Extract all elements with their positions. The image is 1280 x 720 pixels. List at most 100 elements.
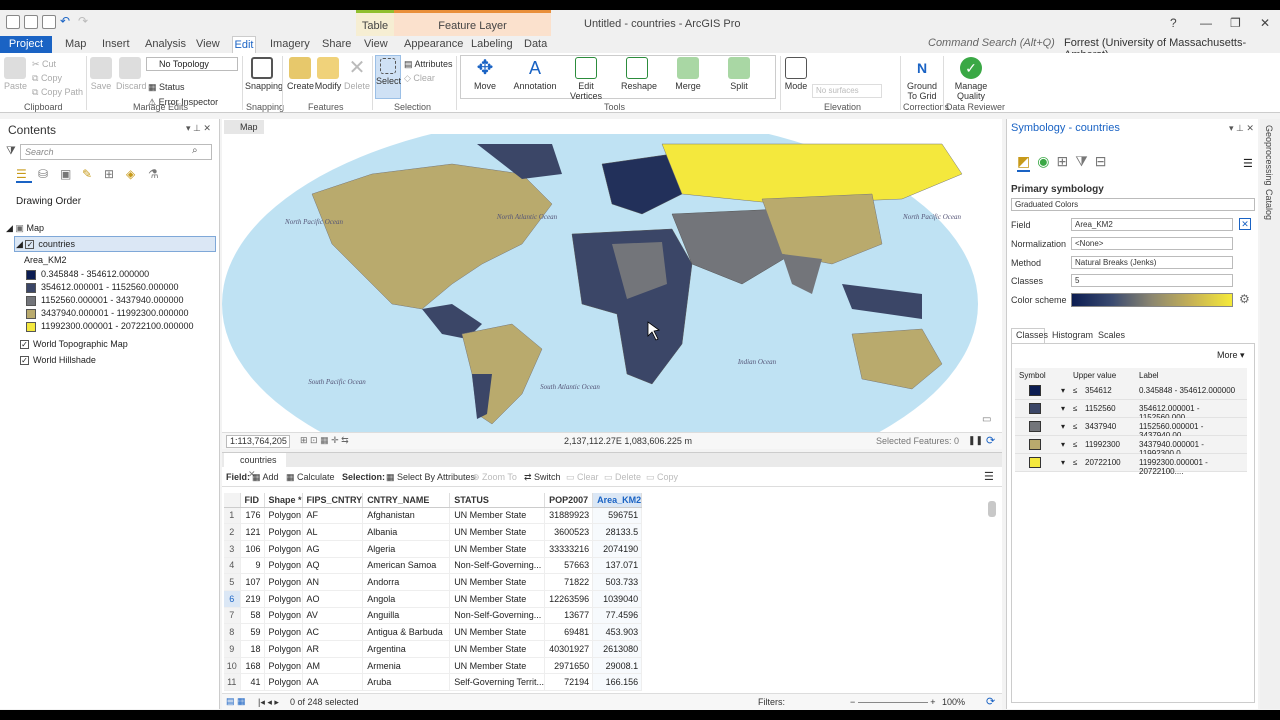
row-header[interactable]: 4 [224,557,241,575]
snapping-button[interactable]: Snapping [245,57,283,91]
table-cell[interactable]: Polygon [264,540,303,558]
table-cell[interactable]: Polygon [264,523,303,541]
legend-class[interactable]: 11992300.000001 - 20722100.000000 [26,321,193,332]
column-header[interactable]: FID [240,493,265,508]
tab-map[interactable]: Map [65,38,86,50]
contents-search-input[interactable]: Search [20,144,212,160]
legend-class[interactable]: 0.345848 - 354612.000000 [26,269,149,280]
class-symbol[interactable] [1029,457,1041,468]
table-cell[interactable]: Angola [362,590,451,608]
create-button[interactable]: Create [287,57,314,91]
copy-button[interactable]: ⧉ Copy [32,73,62,83]
redo-icon[interactable]: ↷ [78,15,92,29]
command-search-input[interactable]: Command Search (Alt+Q) [928,37,1055,49]
list-by-selection-icon[interactable]: ▣ [60,167,76,183]
clear-selection-button[interactable]: ◇ Clear [404,73,435,83]
table-cell[interactable]: 18 [240,640,265,658]
table-row[interactable]: 11 41 Polygon AA Aruba Self-Governing Territ.… [224,673,643,692]
table-scrollbar[interactable] [988,501,996,517]
table-cell[interactable]: 13677 [544,607,594,625]
class-row[interactable]: ▾≤1152560354612.000001 - 1152560.000... [1015,400,1247,422]
pause-drawing-icon[interactable]: ❚❚ [968,435,983,446]
class-row[interactable]: ▾ ≤20722100 11992300.000001 - 20722100.... [1015,454,1247,476]
table-cell[interactable]: AV [302,607,364,625]
table-cell[interactable]: Polygon [264,607,303,625]
class-upper-value[interactable]: 20722100 [1085,458,1121,467]
tab-labeling[interactable]: Labeling [471,38,513,50]
legend-class[interactable]: 354612.000001 - 1152560.000000 [26,282,178,293]
tab-share[interactable]: Share [322,38,351,50]
status-button[interactable]: ▦ Status [148,82,185,92]
tab-view[interactable]: View [196,38,220,50]
table-cell[interactable]: 219 [240,590,265,608]
list-by-data-source-icon[interactable]: ⛁ [38,167,54,183]
tab-insert[interactable]: Insert [102,38,130,50]
filter-icon[interactable]: ⧩ [6,145,16,158]
table-row[interactable]: 1 176 Polygon AF Afghanistan UN Member State 3… [224,507,643,525]
class-label[interactable]: 0.345848 - 354612.000000 [1139,386,1235,395]
table-cell[interactable]: 71822 [544,573,594,591]
overview-icon[interactable]: ▭ [982,414,991,425]
scale-dropdown[interactable]: 1:113,764,205 [226,435,290,448]
table-cell[interactable]: AQ [302,557,364,575]
list-by-snapping-icon[interactable]: ⊞ [104,167,120,183]
table-cell[interactable]: AR [302,640,364,658]
table-cell[interactable]: Albania [362,523,451,541]
table-cell[interactable]: AA [302,673,364,692]
table-cell[interactable]: 57663 [544,557,594,575]
table-row[interactable]: 4 9 Polygon AQ American Samoa Non-Self-Govern… [224,557,643,575]
column-header[interactable]: Label [1139,371,1159,380]
select-button[interactable]: Select [375,55,401,99]
class-label[interactable]: 11992300.000001 - 20722100.... [1139,458,1247,476]
table-cell[interactable]: Aruba [362,673,451,692]
color-scheme-dropdown[interactable] [1071,293,1233,307]
table-cell[interactable]: UN Member State [449,573,546,591]
column-header[interactable]: Area_KM2 [592,493,643,508]
world-map[interactable]: North Pacific Ocean North Atlantic Ocean… [222,134,1002,432]
class-upper-value[interactable]: 11992300 [1085,440,1120,449]
table-cell[interactable]: 2074190 [592,540,643,558]
calculate-field-button[interactable]: ▦ Calculate [286,472,335,483]
vary-symbology-icon[interactable]: ◉ [1037,153,1049,172]
map-view[interactable]: Map North Pacific Ocean North Atlantic O… [222,119,1002,449]
classes-dropdown[interactable]: 5 [1071,274,1233,287]
column-header[interactable]: POP2007 [544,493,594,508]
table-row[interactable]: 9 18 Polygon AR Argentina UN Member State 4030… [224,640,643,658]
table-cell[interactable]: AC [302,623,364,641]
basemap-checkbox[interactable]: ✓ [20,340,29,350]
symbology-method-dropdown[interactable]: Graduated Colors [1011,198,1255,211]
table-cell[interactable]: Armenia [362,657,451,675]
table-cell[interactable]: UN Member State [449,623,546,641]
row-header[interactable]: 5 [224,573,241,591]
chevron-down-icon[interactable]: ▾ [1061,422,1065,431]
tab-imagery[interactable]: Imagery [270,38,310,50]
column-header[interactable]: Upper value [1073,371,1116,380]
add-field-button[interactable]: ▦ Add [252,472,279,483]
table-cell[interactable]: AG [302,540,364,558]
switch-selection-button[interactable]: ⇄ Switch [524,472,561,483]
row-header[interactable]: 3 [224,540,241,558]
class-row[interactable]: ▾≤119923003437940.000001 - 11992300.0... [1015,436,1247,458]
tab-analysis[interactable]: Analysis [145,38,186,50]
basemap-hillshade[interactable]: ✓ World Hillshade [20,355,96,366]
class-row[interactable]: ▾≤34379401152560.000001 - 3437940.00... [1015,418,1247,440]
save-edits-button[interactable]: Save [90,57,112,91]
table-cell[interactable]: 58 [240,607,265,625]
table-cell[interactable]: Anguilla [362,607,451,625]
tab-edit[interactable]: Edit [232,36,256,53]
basemap-topographic[interactable]: ✓ World Topographic Map [20,339,128,350]
table-cell[interactable]: 2613080 [592,640,643,658]
ground-to-grid-button[interactable]: N Ground To Grid [905,57,939,101]
table-cell[interactable]: Argentina [362,640,451,658]
zoom-slider[interactable]: − + [850,697,936,707]
catalog-tab[interactable]: Catalog [1264,189,1274,220]
table-zoom[interactable]: 100% [942,697,965,707]
table-cell[interactable]: AM [302,657,364,675]
table-cell[interactable]: 1039040 [592,590,643,608]
tab-scales[interactable]: Scales [1098,330,1125,340]
paste-button[interactable]: Paste [4,57,27,91]
copy-rows-button[interactable]: ▭ Copy [646,472,678,483]
table-cell[interactable]: 41 [240,673,265,692]
table-cell[interactable]: Self-Governing Territ... [449,673,546,692]
delete-rows-button[interactable]: ▭ Delete [604,472,641,483]
